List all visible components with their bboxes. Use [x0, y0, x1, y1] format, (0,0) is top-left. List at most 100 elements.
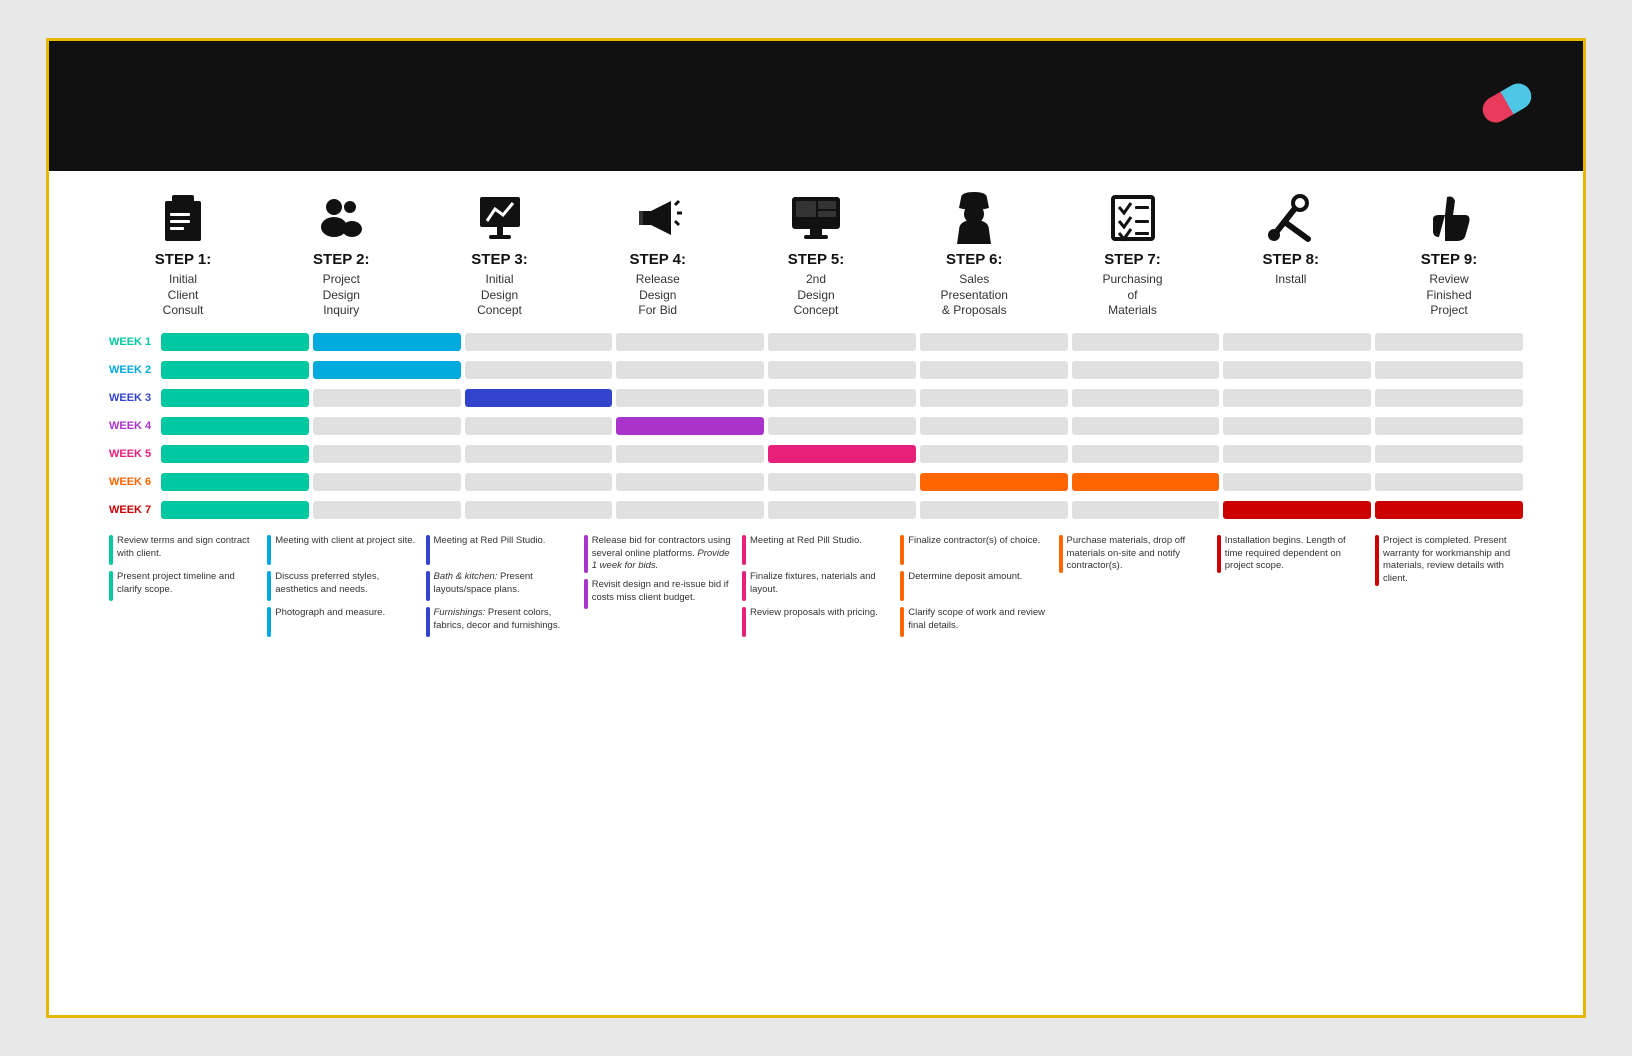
note-bar-icon — [742, 535, 746, 565]
note-text: Clarify scope of work and review final d… — [908, 607, 1048, 637]
note-block-5-1: Meeting at Red Pill Studio. — [742, 535, 890, 565]
gantt-cell-w7-s3 — [465, 501, 613, 519]
gantt-cell-w1-s5 — [768, 333, 916, 351]
gantt-cell-w3-s7 — [1072, 389, 1220, 407]
note-bar-icon — [267, 571, 271, 601]
note-bar-icon — [742, 607, 746, 637]
gantt-cell-w1-s8 — [1223, 333, 1371, 351]
slide: STEP 1: InitialClientConsult STEP 2: Projec… — [46, 38, 1586, 1018]
gantt-cell-w2-s9 — [1375, 361, 1523, 379]
note-col-6: Finalize contractor(s) of choice.Determi… — [900, 535, 1048, 643]
step-desc-9: ReviewFinishedProject — [1426, 272, 1471, 319]
gantt-cells-week-5 — [161, 445, 1523, 463]
gantt-cell-w1-s3 — [465, 333, 613, 351]
note-block-1-1: Review terms and sign contract with clie… — [109, 535, 257, 565]
gantt-cell-w7-s4 — [616, 501, 764, 519]
note-bar-icon — [584, 535, 588, 573]
gantt-cell-w1-s9 — [1375, 333, 1523, 351]
note-block-2-3: Photograph and measure. — [267, 607, 415, 637]
gantt-cell-w3-s3 — [465, 389, 613, 407]
gantt-cell-w7-s1 — [161, 501, 309, 519]
gantt-cell-w6-s3 — [465, 473, 613, 491]
step-col-8: STEP 8: Install — [1217, 191, 1365, 288]
note-block-4-2: Revisit design and re-issue bid if costs… — [584, 579, 732, 609]
gantt-cell-w4-s6 — [920, 417, 1068, 435]
note-text: Bath & kitchen: Present layouts/space pl… — [434, 571, 574, 601]
note-bar-icon — [267, 607, 271, 637]
gantt-cells-week-1 — [161, 333, 1523, 351]
step-desc-3: InitialDesignConcept — [477, 272, 522, 319]
gantt-cells-week-4 — [161, 417, 1523, 435]
gantt-cell-w1-s2 — [313, 333, 461, 351]
step-icon-3 — [475, 191, 525, 245]
note-text: Present project timeline and clarify sco… — [117, 571, 257, 601]
gantt-cell-w6-s2 — [313, 473, 461, 491]
step-col-2: STEP 2: ProjectDesignInquiry — [267, 191, 415, 319]
step-icon-5 — [790, 191, 842, 245]
gantt-cell-w5-s3 — [465, 445, 613, 463]
gantt-cells-week-2 — [161, 361, 1523, 379]
gantt-cell-w7-s2 — [313, 501, 461, 519]
gantt-cell-w6-s5 — [768, 473, 916, 491]
step-desc-5: 2ndDesignConcept — [794, 272, 839, 319]
week-label-5: WEEK 5 — [109, 448, 161, 460]
logo-pill-icon — [1478, 79, 1536, 128]
note-block-2-1: Meeting with client at project site. — [267, 535, 415, 565]
step-desc-2: ProjectDesignInquiry — [323, 272, 360, 319]
step-label-5: STEP 5: — [788, 251, 844, 268]
note-col-4: Release bid for contractors using severa… — [584, 535, 732, 643]
note-bar-icon — [267, 535, 271, 565]
step-label-1: STEP 1: — [155, 251, 211, 268]
gantt-cell-w1-s4 — [616, 333, 764, 351]
note-col-7: Purchase materials, drop off materials o… — [1059, 535, 1207, 643]
gantt-cell-w3-s1 — [161, 389, 309, 407]
step-label-2: STEP 2: — [313, 251, 369, 268]
step-desc-4: ReleaseDesignFor Bid — [636, 272, 680, 319]
step-col-3: STEP 3:InitialDesignConcept — [426, 191, 574, 319]
step-icon-1 — [160, 191, 206, 245]
gantt-row-week-1: WEEK 1 — [109, 329, 1523, 355]
note-block-4-1: Release bid for contractors using severa… — [584, 535, 732, 573]
header — [49, 41, 1583, 171]
note-text: Meeting at Red Pill Studio. — [434, 535, 574, 565]
note-bar-icon — [109, 535, 113, 565]
note-bar-icon — [584, 579, 588, 609]
gantt-cell-w3-s5 — [768, 389, 916, 407]
week-label-3: WEEK 3 — [109, 392, 161, 404]
gantt-cell-w4-s8 — [1223, 417, 1371, 435]
gantt-cell-w2-s5 — [768, 361, 916, 379]
step-label-8: STEP 8: — [1263, 251, 1319, 268]
step-icon-2 — [316, 191, 366, 245]
content-area: STEP 1: InitialClientConsult STEP 2: Projec… — [49, 171, 1583, 643]
note-text: Determine deposit amount. — [908, 571, 1048, 601]
note-block-8-1: Installation begins. Length of time requ… — [1217, 535, 1365, 573]
week-label-1: WEEK 1 — [109, 336, 161, 348]
note-col-5: Meeting at Red Pill Studio. Finalize fixt… — [742, 535, 890, 643]
note-bar-icon — [900, 571, 904, 601]
gantt-cell-w3-s4 — [616, 389, 764, 407]
note-col-3: Meeting at Red Pill Studio. Bath & kitche… — [426, 535, 574, 643]
gantt-cell-w6-s8 — [1223, 473, 1371, 491]
note-bar-icon — [742, 571, 746, 601]
gantt-cell-w5-s6 — [920, 445, 1068, 463]
note-block-3-3: Furnishings: Present colors, fabrics, de… — [426, 607, 574, 637]
note-bar-icon — [900, 535, 904, 565]
note-block-5-2: Finalize fixtures, naterials and layout. — [742, 571, 890, 601]
note-col-1: Review terms and sign contract with clie… — [109, 535, 257, 643]
step-desc-8: Install — [1275, 272, 1306, 288]
note-text: Review terms and sign contract with clie… — [117, 535, 257, 565]
gantt-cell-w4-s2 — [313, 417, 461, 435]
step-icon-4 — [633, 191, 683, 245]
note-text: Meeting at Red Pill Studio. — [750, 535, 890, 565]
gantt-cell-w5-s8 — [1223, 445, 1371, 463]
gantt-cell-w2-s7 — [1072, 361, 1220, 379]
week-label-7: WEEK 7 — [109, 504, 161, 516]
gantt-cell-w7-s7 — [1072, 501, 1220, 519]
note-col-8: Installation begins. Length of time requ… — [1217, 535, 1365, 643]
step-label-9: STEP 9: — [1421, 251, 1477, 268]
step-col-5: STEP 5: 2ndDesignConcept — [742, 191, 890, 319]
step-icon-7 — [1109, 191, 1157, 245]
step-icon-8 — [1266, 191, 1316, 245]
step-desc-1: InitialClientConsult — [163, 272, 204, 319]
gantt-row-week-6: WEEK 6 — [109, 469, 1523, 495]
